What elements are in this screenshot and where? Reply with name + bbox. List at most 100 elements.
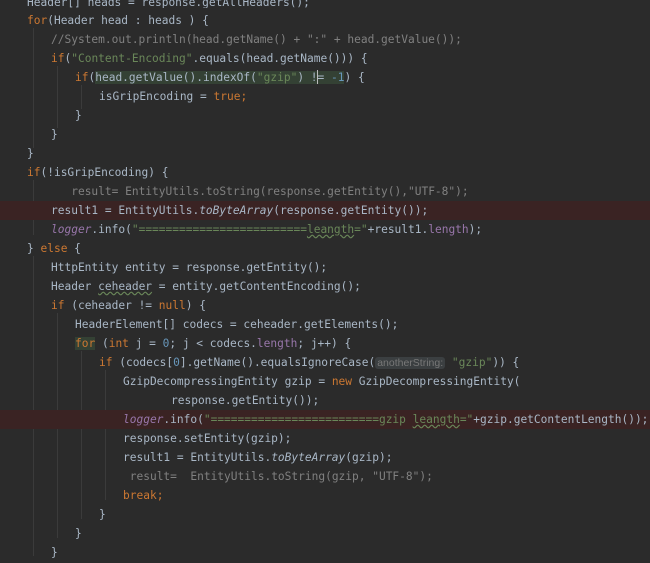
code-line[interactable]: for (int j = 0; j < codecs.length; j++) … xyxy=(0,334,650,353)
code-line[interactable]: result1 = EntityUtils.toByteArray(respon… xyxy=(0,201,650,220)
code-line[interactable]: GzipDecompressingEntity gzip = new GzipD… xyxy=(0,372,650,391)
code-token: (gzip); xyxy=(345,451,393,464)
code-line[interactable]: break; xyxy=(0,486,650,505)
code-token: toByteArray xyxy=(199,204,274,217)
code-token: (ceheader != xyxy=(64,299,159,312)
code-line[interactable]: if (ceheader != null) { xyxy=(0,296,650,315)
code-line[interactable]: } xyxy=(0,524,650,543)
code-token: .info( xyxy=(91,223,132,236)
code-line[interactable]: } xyxy=(0,144,650,163)
code-token: result1 = EntityUtils. xyxy=(123,451,272,464)
code-token: +gzip.getContentLength()); xyxy=(473,413,649,426)
code-token: =" xyxy=(459,413,474,426)
code-token: if xyxy=(51,299,65,312)
code-token: for xyxy=(75,337,96,350)
code-line[interactable]: result= EntityUtils.toString(gzip, "UTF-… xyxy=(0,467,650,486)
code-token: ) != xyxy=(297,71,331,84)
code-token: } xyxy=(27,242,41,255)
code-token: "========================= xyxy=(131,223,307,236)
code-line[interactable]: result1 = EntityUtils.toByteArray(gzip); xyxy=(0,448,650,467)
code-line[interactable]: logger.info("=========================le… xyxy=(0,220,650,239)
code-token: result= EntityUtils.toString(response.ge… xyxy=(71,185,469,198)
code-line[interactable]: if (codecs[0].getName().equalsIgnoreCase… xyxy=(0,353,650,372)
code-token: result= EntityUtils.toString(gzip, "UTF-… xyxy=(129,470,433,483)
code-token: ) { xyxy=(185,299,206,312)
code-token: true xyxy=(213,90,241,103)
code-token: head.getValue().indexOf( xyxy=(95,71,257,84)
code-token: new xyxy=(331,375,353,388)
code-token: length xyxy=(428,223,469,236)
code-line[interactable]: } else { xyxy=(0,239,650,258)
code-token: int xyxy=(108,337,129,350)
code-line[interactable]: //System.out.println(head.getName() + ":… xyxy=(0,30,650,49)
code-line[interactable]: } xyxy=(0,543,650,562)
code-token: "Content-Encoding" xyxy=(71,52,193,65)
code-token: } xyxy=(27,147,34,160)
code-token: } xyxy=(75,109,82,122)
code-line[interactable]: } xyxy=(0,505,650,524)
code-token: ; xyxy=(240,90,248,103)
code-token: logger xyxy=(123,413,164,426)
code-token: HeaderElement[] codecs = ceheader.getEle… xyxy=(75,318,399,331)
code-token: } xyxy=(51,546,58,559)
code-token: j = xyxy=(128,337,163,350)
code-editor[interactable]: Header[] heads = response.getAllHeaders(… xyxy=(0,0,650,563)
code-token: leangth xyxy=(306,223,355,236)
code-token: "gzip" xyxy=(451,356,493,369)
code-token: null xyxy=(158,299,186,312)
code-line[interactable]: } xyxy=(0,106,650,125)
code-line[interactable]: response.setEntity(gzip); xyxy=(0,429,650,448)
code-token: if xyxy=(27,166,41,179)
code-token: leangth xyxy=(412,413,460,426)
code-token: HttpEntity entity = response.getEntity()… xyxy=(51,261,328,274)
code-line[interactable]: for(Header head : heads ) { xyxy=(0,11,650,30)
code-token: logger xyxy=(51,223,92,236)
code-token: isGripEncoding = xyxy=(99,90,214,103)
code-token: ) { xyxy=(344,71,365,84)
code-token: //System.out.println(head.getName() + ":… xyxy=(51,33,462,46)
code-line[interactable]: if(head.getValue().indexOf("gzip") != -1… xyxy=(0,68,650,87)
code-line[interactable]: if(!isGripEncoding) { xyxy=(0,163,650,182)
text-caret xyxy=(317,70,318,84)
code-line[interactable]: logger.info("=========================gz… xyxy=(0,410,650,429)
code-line[interactable]: isGripEncoding = true; xyxy=(0,87,650,106)
code-token: -1 xyxy=(331,71,345,84)
code-token: ceheader xyxy=(98,280,153,293)
code-line[interactable]: result= EntityUtils.toString(response.ge… xyxy=(0,182,650,201)
code-token: ; xyxy=(156,489,164,502)
code-token: } xyxy=(51,128,58,141)
code-line[interactable]: } xyxy=(0,125,650,144)
code-line[interactable]: Header ceheader = entity.getContentEncod… xyxy=(0,277,650,296)
code-token: if xyxy=(51,52,65,65)
parameter-hint: anotherString: xyxy=(375,357,446,369)
code-token: ); xyxy=(468,223,483,236)
code-token: if xyxy=(99,356,113,369)
code-token: ; j++) { xyxy=(297,337,352,350)
code-token: { xyxy=(67,242,81,255)
code-token: )) { xyxy=(492,356,520,369)
code-line[interactable]: Header[] heads = response.getAllHeaders(… xyxy=(0,0,650,8)
code-token: = entity.getContentEncoding(); xyxy=(152,280,361,293)
code-token: result1 = EntityUtils. xyxy=(51,204,200,217)
code-token: } xyxy=(75,527,82,540)
code-token: break xyxy=(123,489,157,502)
code-token: (Header head : heads ) { xyxy=(47,14,209,27)
code-line[interactable]: HttpEntity entity = response.getEntity()… xyxy=(0,258,650,277)
code-line[interactable]: if("Content-Encoding".equals(head.getNam… xyxy=(0,49,650,68)
code-token: ( xyxy=(95,337,109,350)
code-token: Header xyxy=(51,280,99,293)
code-token: Header[] heads = response.getAllHeaders(… xyxy=(27,0,310,8)
code-token: response.getEntity()); xyxy=(171,394,320,407)
code-token: "=========================gzip xyxy=(203,413,413,426)
code-line[interactable]: HeaderElement[] codecs = ceheader.getEle… xyxy=(0,315,650,334)
code-line[interactable]: response.getEntity()); xyxy=(0,391,650,410)
code-token: (response.getEntity()); xyxy=(273,204,429,217)
code-token: ].getName().equalsIgnoreCase( xyxy=(179,356,376,369)
code-token: else xyxy=(40,242,68,255)
code-token: ; j < codecs. xyxy=(169,337,257,350)
code-token: (!isGripEncoding) { xyxy=(40,166,169,179)
code-token: "gzip" xyxy=(256,71,298,84)
